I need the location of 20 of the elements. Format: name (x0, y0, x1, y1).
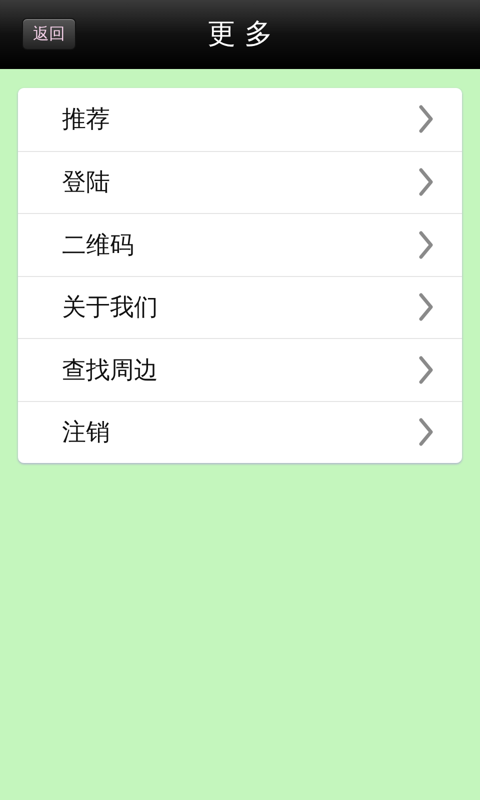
menu-item[interactable]: 查找周边 (18, 338, 462, 400)
menu-item[interactable]: 注销 (18, 400, 462, 463)
chevron-icon (418, 168, 434, 196)
menu-item-label: 注销 (62, 417, 110, 448)
chevron-icon (418, 105, 434, 134)
chevron-icon (418, 418, 434, 446)
page-title: 更 多 (208, 16, 272, 52)
menu-item-label: 查找周边 (62, 354, 158, 386)
menu-item[interactable]: 登陆 (18, 150, 462, 213)
back-button[interactable]: 返回 (22, 18, 76, 50)
chevron-icon (418, 230, 434, 259)
menu-item-label: 登陆 (62, 167, 110, 198)
menu-item[interactable]: 推荐 (18, 88, 462, 150)
menu-item-label: 推荐 (62, 104, 110, 136)
menu-item-label: 二维码 (62, 230, 134, 261)
chevron-icon (418, 293, 434, 322)
menu-item-label: 关于我们 (62, 292, 158, 324)
menu-item[interactable]: 关于我们 (18, 276, 462, 338)
chevron-icon (418, 356, 434, 384)
menu-item[interactable]: 二维码 (18, 213, 462, 276)
